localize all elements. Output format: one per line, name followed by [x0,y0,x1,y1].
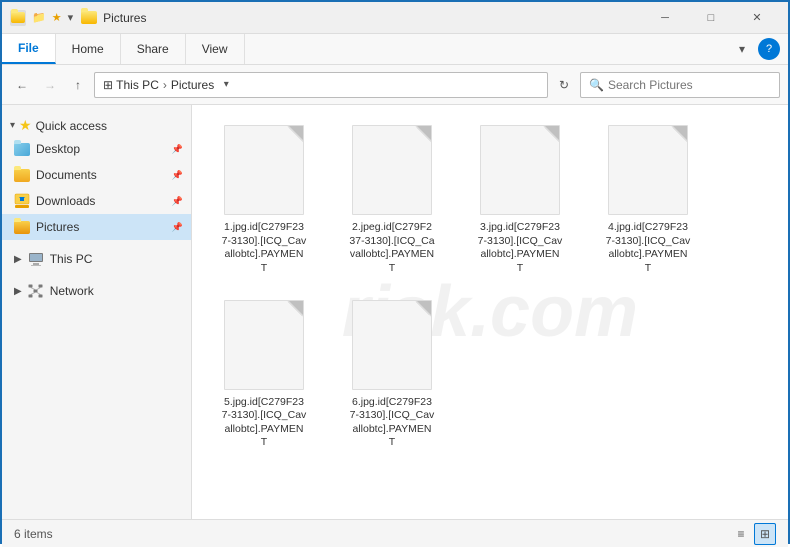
sidebar: ▾ ★ Quick access Desktop 📌 Documents 📌 [2,105,192,519]
network-icon [28,283,44,299]
main-layout: ▾ ★ Quick access Desktop 📌 Documents 📌 [2,105,788,519]
file-grid: 1.jpg.id[C279F23 7-3130].[ICQ_Cav allobt… [204,117,776,458]
tab-view[interactable]: View [186,34,245,64]
pictures-label: Pictures [36,220,79,234]
pictures-folder-icon [14,219,30,235]
sidebar-item-documents[interactable]: Documents 📌 [2,162,191,188]
sidebar-item-this-pc[interactable]: ▶ This PC [2,246,191,272]
list-view-button[interactable]: ≡ [730,523,752,545]
title-bar: 📁 ★ ▾ Pictures ─ □ ✕ [2,2,788,34]
window-controls[interactable]: ─ □ ✕ [642,2,780,34]
forward-button[interactable]: → [38,73,62,97]
desktop-label: Desktop [36,142,80,156]
network-label: Network [50,284,94,298]
file-thumbnail [352,125,432,215]
refresh-button[interactable]: ↻ [552,73,576,97]
tile-view-button[interactable]: ⊞ [754,523,776,545]
corner-fold-icon [289,126,303,140]
search-box[interactable]: 🔍 [580,72,780,98]
back-button[interactable]: ← [10,73,34,97]
window-title: Pictures [81,11,642,25]
file-name: 4.jpg.id[C279F23 7-3130].[ICQ_Cav allobt… [606,221,691,276]
file-thumbnail [224,300,304,390]
file-name: 5.jpg.id[C279F23 7-3130].[ICQ_Cav allobt… [222,396,307,451]
chevron-down-icon: ▾ [10,120,15,131]
file-item[interactable]: 6.jpg.id[C279F23 7-3130].[ICQ_Cav allobt… [332,292,452,459]
quick-access-icon2: ★ [52,11,62,24]
tab-share[interactable]: Share [121,34,186,64]
ribbon: File Home Share View ▾ ? [2,34,788,65]
view-controls: ≡ ⊞ [730,523,776,545]
address-dropdown-button[interactable]: ▾ [214,73,238,97]
documents-folder-icon [14,167,30,183]
sidebar-item-downloads[interactable]: Downloads 📌 [2,188,191,214]
file-item[interactable]: 4.jpg.id[C279F23 7-3130].[ICQ_Cav allobt… [588,117,708,284]
documents-label: Documents [36,168,97,182]
tab-file[interactable]: File [2,34,56,64]
file-thumbnail [608,125,688,215]
up-button[interactable]: ↑ [66,73,90,97]
ribbon-right: ▾ ? [722,34,788,64]
close-button[interactable]: ✕ [734,2,780,34]
search-input[interactable] [608,78,771,92]
file-item[interactable]: 1.jpg.id[C279F23 7-3130].[ICQ_Cav allobt… [204,117,324,284]
quick-access-label: Quick access [36,119,107,133]
file-name: 2.jpeg.id[C279F2 37-3130].[ICQ_Ca vallob… [349,221,434,276]
search-icon: 🔍 [589,78,604,92]
sidebar-item-network[interactable]: ▶ Network [2,278,191,304]
pc-icon [28,251,44,267]
chevron-right-icon-network: ▶ [14,286,22,297]
file-item[interactable]: 2.jpeg.id[C279F2 37-3130].[ICQ_Ca vallob… [332,117,452,284]
pin-icon-pictures: 📌 [172,222,183,233]
quick-access-header[interactable]: ▾ ★ Quick access [2,113,191,136]
maximize-button[interactable]: □ [688,2,734,34]
item-count: 6 items [14,527,53,541]
address-bar: ← → ↑ ⊞ This PC › Pictures ▾ ↻ 🔍 [2,65,788,105]
corner-fold-icon [289,301,303,315]
corner-fold-icon [417,126,431,140]
ribbon-spacer [245,34,722,64]
file-item[interactable]: 5.jpg.id[C279F23 7-3130].[ICQ_Cav allobt… [204,292,324,459]
chevron-right-icon: ▶ [14,254,22,265]
corner-fold-icon [673,126,687,140]
desktop-folder-icon [14,141,30,157]
corner-fold-icon [417,301,431,315]
pin-icon-downloads: 📌 [172,196,183,207]
file-thumbnail [224,125,304,215]
title-folder-icon [81,11,97,24]
pin-icon-desktop: 📌 [172,144,183,155]
file-name: 1.jpg.id[C279F23 7-3130].[ICQ_Cav allobt… [222,221,307,276]
ribbon-tabs: File Home Share View ▾ ? [2,34,788,64]
file-item[interactable]: 3.jpg.id[C279F23 7-3130].[ICQ_Cav allobt… [460,117,580,284]
minimize-button[interactable]: ─ [642,2,688,34]
file-thumbnail [352,300,432,390]
path-this-pc: ⊞ This PC [103,78,159,92]
downloads-label: Downloads [36,194,95,208]
ribbon-chevron-down[interactable]: ▾ [730,37,754,61]
window-icon [10,10,26,26]
address-path: ⊞ This PC › Pictures [103,78,214,92]
path-pictures: Pictures [171,78,214,92]
pin-icon-documents: 📌 [172,170,183,181]
address-input[interactable]: ⊞ This PC › Pictures ▾ [94,72,548,98]
file-thumbnail [480,125,560,215]
content-area: risk.com 1.jpg.id[C279F23 7-3130].[ICQ_C… [192,105,788,519]
sidebar-item-desktop[interactable]: Desktop 📌 [2,136,191,162]
corner-fold-icon [545,126,559,140]
help-button[interactable]: ? [758,38,780,60]
quick-access-icon1: 📁 [32,11,46,24]
status-bar: 6 items ≡ ⊞ [2,519,788,547]
star-icon: ★ [19,117,32,134]
tab-home[interactable]: Home [56,34,121,64]
path-separator-1: › [163,78,167,92]
file-name: 6.jpg.id[C279F23 7-3130].[ICQ_Cav allobt… [350,396,435,451]
downloads-icon [14,193,30,209]
dropdown-arrow[interactable]: ▾ [68,11,74,24]
title-bar-icons: 📁 ★ ▾ [10,10,73,26]
sidebar-item-pictures[interactable]: Pictures 📌 [2,214,191,240]
this-pc-label: This PC [50,252,93,266]
file-name: 3.jpg.id[C279F23 7-3130].[ICQ_Cav allobt… [478,221,563,276]
